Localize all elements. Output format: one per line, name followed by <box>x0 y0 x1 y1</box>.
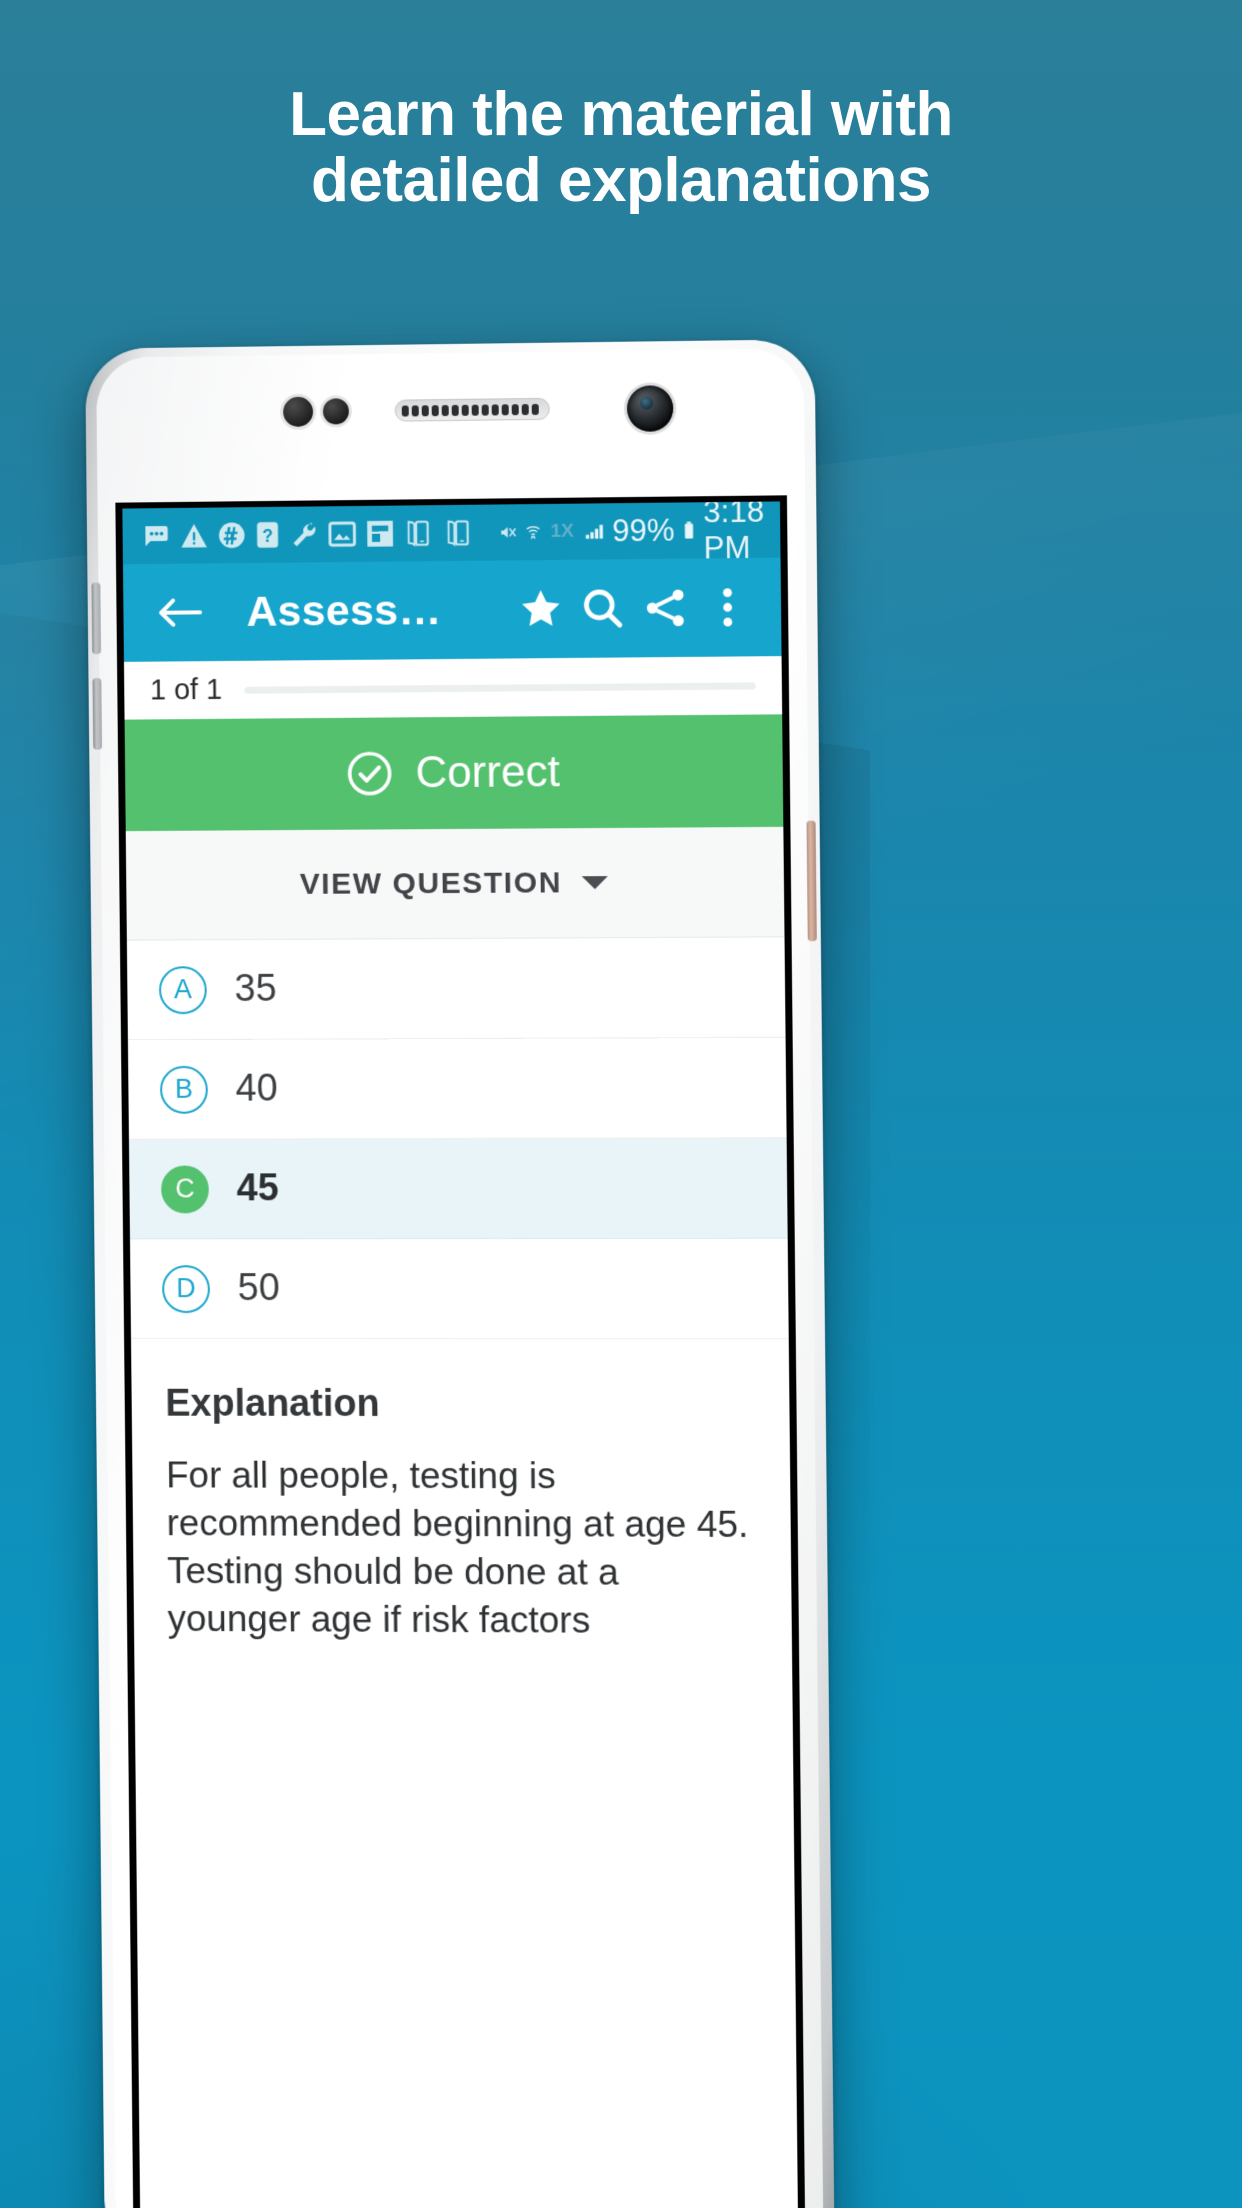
check-circle-icon <box>345 749 393 797</box>
status-bar: ? 1X 99% 3:18 PM <box>122 501 780 564</box>
book-device-icon <box>404 518 434 548</box>
image-icon <box>328 521 356 547</box>
more-vertical-icon[interactable] <box>696 585 759 630</box>
promo-headline: Learn the material with detailed explana… <box>0 82 1242 213</box>
front-sensor-2-icon <box>323 398 349 424</box>
option-letter-badge: A <box>159 966 207 1014</box>
share-icon[interactable] <box>634 586 697 631</box>
answer-option-c[interactable]: C 45 <box>129 1138 788 1239</box>
result-banner: Correct <box>125 714 784 831</box>
svg-text:?: ? <box>262 526 273 546</box>
view-question-label: VIEW QUESTION <box>300 866 563 902</box>
battery-percent-label: 99% <box>612 513 675 550</box>
chevron-down-icon <box>582 876 608 889</box>
option-text: 50 <box>237 1267 279 1310</box>
earpiece-speaker <box>395 398 550 422</box>
star-icon[interactable] <box>510 587 573 632</box>
option-letter-badge: B <box>160 1065 208 1113</box>
explanation-section: Explanation For all people, testing is r… <box>131 1339 792 1646</box>
phone-screen: ? 1X 99% 3:18 PM Assess… 1 of 1 Correct … <box>122 501 798 2208</box>
progress-label: 1 of 1 <box>150 673 222 706</box>
app-bar-spacer <box>442 609 510 610</box>
battery-full-icon <box>683 515 694 545</box>
app-bar: Assess… <box>123 558 782 662</box>
option-text: 35 <box>234 968 276 1011</box>
explanation-heading: Explanation <box>165 1383 755 1427</box>
back-arrow-icon[interactable] <box>149 594 211 630</box>
option-text: 45 <box>236 1167 278 1210</box>
result-label: Correct <box>415 747 560 798</box>
phone-screen-frame: ? 1X 99% 3:18 PM Assess… 1 of 1 Correct … <box>115 495 805 2208</box>
option-text: 40 <box>235 1068 277 1111</box>
mute-icon <box>499 519 516 545</box>
volume-down-button[interactable] <box>92 678 102 750</box>
headline-line-2: detailed explanations <box>0 148 1242 214</box>
progress-row: 1 of 1 <box>124 656 782 720</box>
explanation-body: For all people, testing is recommended b… <box>166 1452 758 1646</box>
phone-mockup: ? 1X 99% 3:18 PM Assess… 1 of 1 Correct … <box>85 344 815 2208</box>
network-type-label: 1X <box>550 521 574 543</box>
power-button[interactable] <box>806 821 816 942</box>
book-device-icon-2 <box>444 518 474 548</box>
headline-line-1: Learn the material with <box>289 80 953 149</box>
answer-option-a[interactable]: A 35 <box>127 937 786 1040</box>
volume-up-button[interactable] <box>91 582 101 654</box>
messages-icon <box>140 523 170 549</box>
wifi-icon <box>525 518 541 546</box>
hash-badge-icon <box>218 521 246 549</box>
option-letter-badge: C <box>161 1165 209 1213</box>
front-sensor-icon <box>283 397 313 427</box>
flipboard-icon <box>366 520 394 548</box>
signal-bars-icon <box>585 517 604 545</box>
warning-icon <box>180 523 208 549</box>
answer-option-b[interactable]: B 40 <box>128 1038 787 1140</box>
clock-label: 3:18 PM <box>703 501 766 566</box>
search-icon[interactable] <box>572 586 635 631</box>
view-question-toggle[interactable]: VIEW QUESTION <box>126 827 785 941</box>
wrench-icon <box>289 520 318 548</box>
progress-bar <box>244 682 756 693</box>
front-camera-icon <box>627 385 674 432</box>
answer-option-d[interactable]: D 50 <box>130 1239 789 1339</box>
option-letter-badge: D <box>162 1265 210 1313</box>
page-title: Assess… <box>246 586 442 637</box>
question-help-icon: ? <box>255 521 279 549</box>
